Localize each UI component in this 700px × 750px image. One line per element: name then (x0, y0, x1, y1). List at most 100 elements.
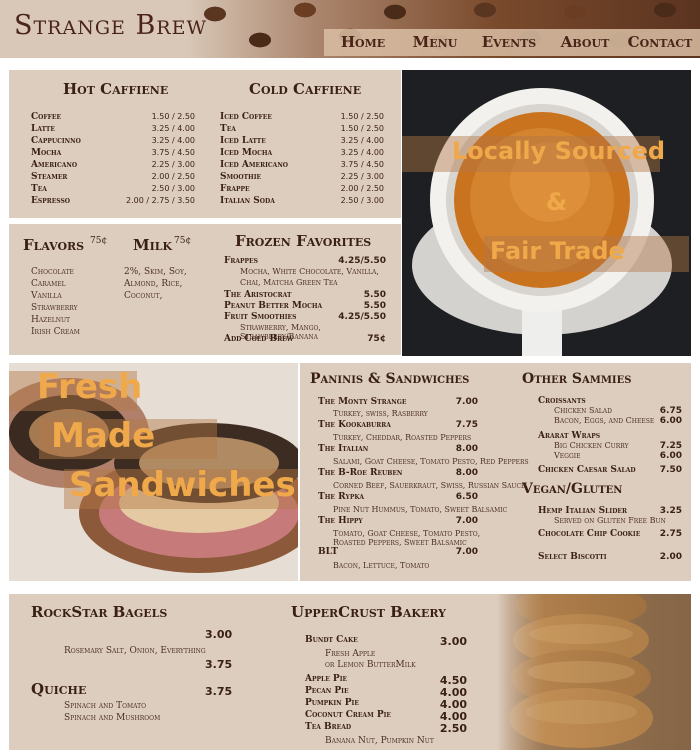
item-price: 7.00 (455, 397, 478, 407)
site-header: Strange Brew Home Menu Events About Cont… (0, 0, 700, 58)
item-price: 2.25 / 3.00 (151, 160, 195, 169)
hot-item: Steamer 2.00 / 2.50 (31, 172, 195, 182)
item-name: Steamer (31, 172, 68, 182)
hot-item: Coffee 1.50 / 2.50 (31, 112, 195, 122)
bakery-title: UpperCrust Bakery (291, 603, 446, 621)
frozen-desc: Chai, Matcha Green Tea (240, 278, 338, 287)
item-name: Iced Coffee (220, 112, 272, 122)
item-name: The Rypka (318, 492, 364, 502)
site-title[interactable]: Strange Brew (14, 10, 207, 41)
nav-events[interactable]: Events (468, 29, 550, 56)
hot-item: Mocha 3.75 / 4.50 (31, 148, 195, 158)
vegan-item: Hemp Italian Slider 3.25 (538, 506, 682, 516)
vegan-item: Chocolate Chip Cookie 2.75 (538, 529, 682, 539)
quiche-option: Spinach and Tomato (64, 701, 147, 711)
item-price: 2.25 / 3.00 (340, 172, 384, 181)
milk-price: 75¢ (174, 236, 192, 246)
item-price: 75¢ (367, 334, 386, 344)
nav-home[interactable]: Home (324, 29, 402, 56)
wrap-option: Veggie 6.00 (554, 451, 682, 461)
item-price: 2.00 / 2.50 (151, 172, 195, 181)
item-price: 8.00 (455, 468, 478, 478)
frozen-item: Frappes 4.25/5.50 (224, 256, 386, 266)
sandwiches-panel: Paninis & Sandwiches The Monty Strange 7.… (300, 363, 691, 581)
croissant-option: Chicken Salad 6.75 (554, 406, 682, 416)
vegan-item: Select Biscotti 2.00 (538, 552, 682, 562)
item-price: 2.50 (439, 722, 467, 735)
flavors-frozen-panel: Flavors 75¢ Chocolate Caramel Vanilla St… (9, 224, 401, 355)
bakery-item: Bundt Cake 3.00 (305, 635, 467, 648)
panini-desc: Pine Nut Hummus, Tomato, Sweet Balsamic (333, 505, 508, 514)
cold-item: Italian Soda 2.50 / 3.00 (220, 196, 384, 206)
item-name: Italian Soda (220, 196, 275, 206)
other-title: Other Sammies (522, 371, 632, 387)
flavor-item: Vanilla (31, 291, 62, 301)
option-price: 6.00 (659, 416, 682, 426)
milk-line: 2%, Skim, Soy, (124, 267, 187, 277)
item-name: Mocha (31, 148, 62, 158)
item-name: Tea (220, 124, 236, 134)
frozen-item: The Aristocrat 5.50 (224, 290, 386, 300)
quiche-option: Spinach and Mushroom (64, 713, 161, 723)
frozen-title: Frozen Favorites (235, 232, 372, 250)
latte-cup-photo: Locally Sourced & Fair Trade (402, 70, 691, 356)
nav-about[interactable]: About (550, 29, 620, 56)
panini-desc: Roasted Peppers, Sweet Balsamic (333, 538, 467, 547)
item-price: 2.50 / 3.00 (151, 184, 195, 193)
panini-desc: Tomato, Goat Cheese, Tomato Pesto, (333, 529, 481, 538)
panini-desc: Turkey, Cheddar, Roasted Peppers (333, 433, 472, 442)
panini-item: The Kookaburra 7.75 (318, 420, 478, 430)
panini-desc: Bacon, Lettuce, Tomato (333, 561, 430, 570)
option-name: Chicken Salad (554, 406, 612, 415)
item-price: 4.25/5.50 (338, 312, 386, 322)
item-price: 3.25 (659, 506, 682, 516)
panini-item: The B-Roe Reuben 8.00 (318, 468, 478, 478)
milk-list: 2%, Skim, Soy, Almond, Rice, Coconut, (124, 266, 187, 302)
overlay-line: Fair Trade (490, 237, 625, 265)
option-name: Veggie (554, 451, 581, 460)
item-price: 6.50 (455, 492, 478, 502)
item-name: Peanut Better Mocha (224, 301, 323, 311)
flavor-item: Strawberry (31, 303, 78, 313)
item-name: Smoothie (220, 172, 262, 182)
milk-title: Milk (133, 236, 173, 254)
item-name: The B-Roe Reuben (318, 468, 403, 478)
item-name: Iced Mocha (220, 148, 273, 158)
croissant-option: Bacon, Eggs, and Cheese 6.00 (554, 416, 682, 426)
nav-menu[interactable]: Menu (402, 29, 468, 56)
item-name: Select Biscotti (538, 552, 607, 562)
panini-item: The Hippy 7.00 (318, 516, 478, 526)
item-name: Americano (31, 160, 78, 170)
item-price: 3.25 / 4.00 (151, 136, 195, 145)
item-name: Tea Bread (305, 722, 352, 732)
overlay-line: Locally Sourced (452, 137, 666, 165)
item-price: 1.50 / 2.50 (340, 124, 384, 133)
option-name: Bacon, Eggs, and Cheese (554, 416, 655, 425)
cold-item: Iced Americano 3.75 / 4.50 (220, 160, 384, 170)
wraps-name: Ararat Wraps (538, 431, 601, 441)
hot-item: Tea 2.50 / 3.00 (31, 184, 195, 194)
panini-item: BLT 7.00 (318, 547, 478, 557)
bakery-desc: Fresh Apple (325, 649, 376, 659)
flavor-item: Caramel (31, 279, 66, 289)
option-name: Big Chicken Curry (554, 441, 629, 450)
quiche-price: 3.75 (205, 685, 233, 698)
overlay-line: Fresh (37, 367, 143, 407)
panini-item: The Monty Strange 7.00 (318, 397, 478, 407)
nav-contact[interactable]: Contact (620, 29, 700, 56)
cold-item: Iced Latte 3.25 / 4.00 (220, 136, 384, 146)
item-name: Hemp Italian Slider (538, 506, 627, 516)
item-name: Iced Latte (220, 136, 266, 146)
item-name: Espresso (31, 196, 71, 206)
flavor-item: Irish Cream (31, 327, 80, 337)
caesar-item: Chicken Caesar Salad 7.50 (538, 465, 682, 475)
item-name: Frappes (224, 256, 258, 266)
item-price: 5.50 (363, 301, 386, 311)
panini-item: The Italian 8.00 (318, 444, 478, 454)
item-price: 5.50 (363, 290, 386, 300)
item-price: 7.00 (455, 516, 478, 526)
frozen-item: Fruit Smoothies 4.25/5.50 (224, 312, 386, 322)
item-price: 3.00 (439, 635, 467, 648)
item-price: 3.75 / 4.50 (151, 148, 195, 157)
hot-item: Cappucinno 3.25 / 4.00 (31, 136, 195, 146)
